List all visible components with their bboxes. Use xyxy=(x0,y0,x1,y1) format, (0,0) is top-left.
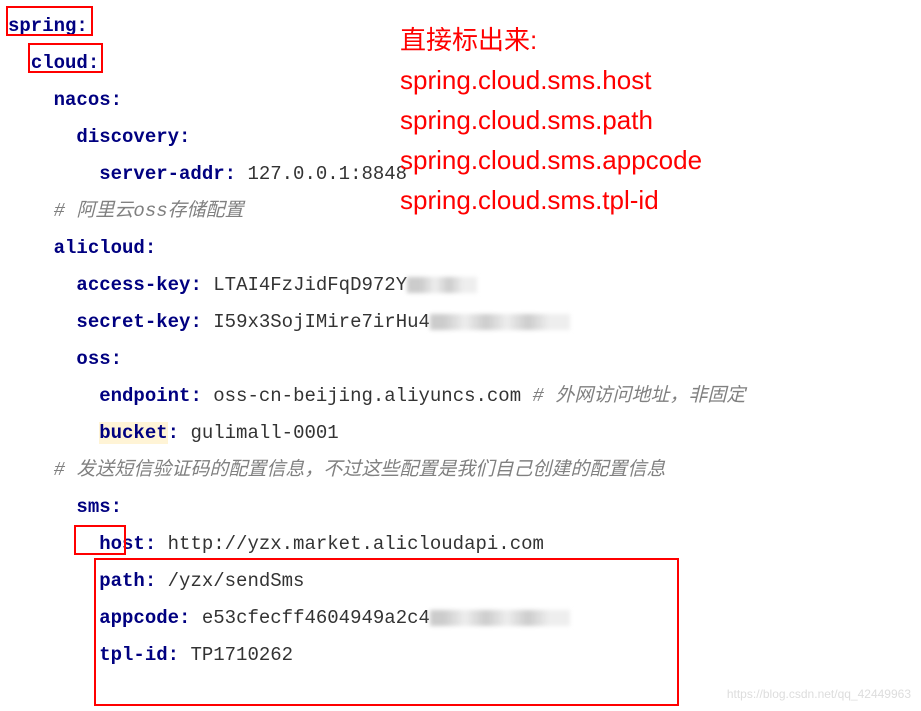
key-path: path xyxy=(99,570,145,592)
val-tpl-id: TP1710262 xyxy=(190,644,293,666)
key-server-addr: server-addr xyxy=(99,163,224,185)
val-secret-key: I59x3SojIMire7irHu4 xyxy=(213,311,430,333)
val-host: http://yzx.market.alicloudapi.com xyxy=(168,533,544,555)
comment-endpoint: # 外网访问地址，非固定 xyxy=(533,385,746,407)
key-tpl-id: tpl-id xyxy=(99,644,167,666)
val-bucket: gulimall-0001 xyxy=(190,422,338,444)
annotation-line-3: spring.cloud.sms.path xyxy=(400,100,702,140)
key-bucket: bucket xyxy=(99,422,167,444)
key-endpoint: endpoint xyxy=(99,385,190,407)
line-comment-sms[interactable]: # 发送短信验证码的配置信息，不过这些配置是我们自己创建的配置信息 xyxy=(8,452,921,489)
redacted-mask xyxy=(407,277,477,293)
annotation-overlay: 直接标出来: spring.cloud.sms.host spring.clou… xyxy=(400,20,702,220)
val-path: /yzx/sendSms xyxy=(168,570,305,592)
comment-oss: # 阿里云oss存储配置 xyxy=(54,200,244,222)
redacted-mask xyxy=(430,314,570,330)
key-host: host xyxy=(99,533,145,555)
key-spring: spring xyxy=(8,15,76,37)
line-oss[interactable]: oss: xyxy=(8,341,921,378)
key-nacos: nacos xyxy=(54,89,111,111)
annotation-line-4: spring.cloud.sms.appcode xyxy=(400,140,702,180)
key-discovery: discovery xyxy=(76,126,179,148)
val-server-addr: 127.0.0.1:8848 xyxy=(247,163,407,185)
watermark-text: https://blog.csdn.net/qq_42449963 xyxy=(727,687,911,701)
val-endpoint: oss-cn-beijing.aliyuncs.com xyxy=(213,385,521,407)
key-sms: sms xyxy=(76,496,110,518)
annotation-line-1: 直接标出来: xyxy=(400,20,702,60)
val-access-key: LTAI4FzJidFqD972Y xyxy=(213,274,407,296)
key-secret-key: secret-key xyxy=(76,311,190,333)
line-bucket[interactable]: bucket: gulimall-0001 xyxy=(8,415,921,452)
line-tpl-id[interactable]: tpl-id: TP1710262 xyxy=(8,637,921,674)
annotation-line-5: spring.cloud.sms.tpl-id xyxy=(400,180,702,220)
line-access-key[interactable]: access-key: LTAI4FzJidFqD972Y xyxy=(8,267,921,304)
key-appcode: appcode xyxy=(99,607,179,629)
line-path[interactable]: path: /yzx/sendSms xyxy=(8,563,921,600)
line-alicloud[interactable]: alicloud: xyxy=(8,230,921,267)
val-appcode: e53cfecff4604949a2c4 xyxy=(202,607,430,629)
key-access-key: access-key xyxy=(76,274,190,296)
annotation-line-2: spring.cloud.sms.host xyxy=(400,60,702,100)
redacted-mask xyxy=(430,610,570,626)
key-oss: oss xyxy=(76,348,110,370)
line-secret-key[interactable]: secret-key: I59x3SojIMire7irHu4 xyxy=(8,304,921,341)
line-appcode[interactable]: appcode: e53cfecff4604949a2c4 xyxy=(8,600,921,637)
line-host[interactable]: host: http://yzx.market.alicloudapi.com xyxy=(8,526,921,563)
key-alicloud: alicloud xyxy=(54,237,145,259)
line-sms[interactable]: sms: xyxy=(8,489,921,526)
line-endpoint[interactable]: endpoint: oss-cn-beijing.aliyuncs.com # … xyxy=(8,378,921,415)
key-cloud: cloud xyxy=(31,52,88,74)
comment-sms: # 发送短信验证码的配置信息，不过这些配置是我们自己创建的配置信息 xyxy=(54,459,666,481)
